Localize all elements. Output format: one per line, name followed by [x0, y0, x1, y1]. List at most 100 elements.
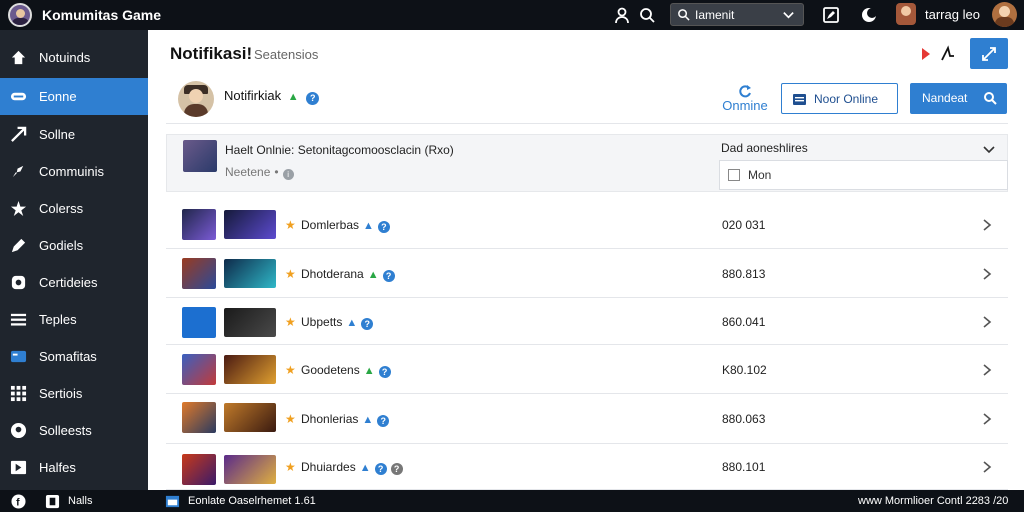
search-icon [678, 9, 690, 21]
featured-title: Haelt Onlnie: Setonitagcomoosclacin (Rxo… [225, 143, 454, 157]
sidebar-item-certideies[interactable]: Certideies [0, 264, 148, 301]
nandeat-button[interactable]: Nandeat [910, 83, 1007, 114]
chevron-right-icon[interactable] [981, 315, 993, 329]
edit-icon[interactable] [822, 6, 840, 24]
noor-online-button[interactable]: Noor Online [781, 83, 898, 114]
game-banner [224, 210, 276, 239]
app-icon[interactable] [45, 494, 60, 509]
game-banner [224, 355, 276, 384]
table-row[interactable]: ★ Dhuiardes ▲?? 880.101 [166, 444, 1008, 490]
sidebar-item-label: Certideies [39, 275, 98, 290]
game-thumbnail [183, 140, 217, 172]
collapse-icon [982, 47, 996, 61]
profile-card: Notifirkiak ▲ ? Onmine Noor Online Nande… [166, 72, 1008, 124]
info-icon[interactable]: ? [374, 463, 387, 475]
row-name: Dhotderana ▲? [301, 267, 395, 282]
home-icon [11, 50, 26, 65]
sidebar-item-eonne[interactable]: Eonne [0, 78, 148, 115]
checkbox[interactable] [728, 169, 740, 181]
footer-middle-text: Eonlate Oaselrhemet 1.61 [188, 495, 316, 507]
footer-left-text[interactable]: Nalls [68, 495, 92, 507]
sidebar-item-sollne[interactable]: Sollne [0, 116, 148, 153]
level-up-icon: ▲ [346, 317, 358, 329]
chevron-right-icon[interactable] [981, 363, 993, 377]
level-up-icon: ▲ [359, 462, 371, 474]
avatar[interactable] [178, 81, 214, 117]
collapse-button[interactable] [970, 38, 1008, 69]
star-icon: ★ [285, 267, 296, 281]
sidebar-item-halfes[interactable]: Halfes [0, 449, 148, 486]
chevron-right-icon[interactable] [981, 267, 993, 281]
table-row[interactable]: ★ Ubpetts ▲? 860.041 [166, 298, 1008, 345]
screen-icon [10, 350, 27, 363]
chevron-right-icon[interactable] [981, 218, 993, 232]
sidebar-item-commuinis[interactable]: Commuinis [0, 153, 148, 190]
refresh-icon [739, 85, 751, 98]
search-input[interactable]: Iamenit [670, 3, 804, 26]
row-value: 020 031 [722, 218, 766, 232]
search-value: Iamenit [695, 8, 735, 22]
user-name[interactable]: tarrag leo [925, 7, 980, 22]
avatar[interactable] [992, 2, 1017, 27]
window-icon[interactable] [165, 494, 180, 509]
chevron-right-icon[interactable] [981, 412, 993, 426]
info-icon[interactable]: ? [377, 221, 390, 233]
sidebar-item-teples[interactable]: Teples [0, 301, 148, 338]
game-banner [224, 259, 276, 288]
help-icon[interactable]: ? [390, 463, 403, 475]
sidebar-item-somafitas[interactable]: Somafitas [0, 338, 148, 375]
footer-right-text: www Mormlioer Contl 2283 /20 [858, 495, 1009, 507]
user-thumbnail[interactable] [896, 3, 916, 25]
level-up-icon: ▲ [362, 414, 374, 426]
moon-icon[interactable] [860, 6, 878, 24]
sidebar-item-colerss[interactable]: Colerss [0, 190, 148, 227]
level-up-icon: ▲ [287, 91, 299, 103]
dropdown-select[interactable]: Mon [719, 160, 1008, 190]
tag-icon [12, 165, 24, 178]
chevron-down-icon[interactable] [982, 143, 996, 157]
shield-icon [11, 275, 26, 290]
sidebar-item-godiels[interactable]: Godiels [0, 227, 148, 264]
info-icon[interactable]: ? [378, 366, 391, 378]
sidebar-item-label: Sertiois [39, 386, 83, 401]
video-icon [10, 460, 27, 475]
search-icon[interactable] [638, 6, 656, 24]
star-icon: ★ [285, 218, 296, 232]
game-thumbnail [182, 209, 216, 240]
featured-meta: Neetene • i [225, 165, 294, 180]
sidebar-item-notuinds[interactable]: Notuinds [0, 39, 148, 76]
game-thumbnail [182, 354, 216, 385]
info-icon[interactable]: ? [306, 92, 320, 105]
sidebar-item-solleests[interactable]: Solleests [0, 412, 148, 449]
page-subtitle: Seatensios [254, 47, 319, 62]
grid-icon [10, 385, 27, 402]
person-icon[interactable] [613, 6, 631, 24]
info-icon[interactable]: ? [382, 270, 395, 282]
sidebar-item-label: Commuinis [39, 164, 105, 179]
table-row[interactable]: ★ Domlerbas ▲? 020 031 [166, 200, 1008, 249]
row-value: 880.101 [722, 460, 766, 474]
sidebar-item-sertiois[interactable]: Sertiois [0, 375, 148, 412]
table-row[interactable]: ★ Goodetens ▲? K80.102 [166, 345, 1008, 394]
table-row[interactable]: ★ Dhotderana ▲? 880.813 [166, 249, 1008, 298]
sidebar-item-label: Eonne [39, 89, 77, 104]
featured-item[interactable]: Haelt Onlnie: Setonitagcomoosclacin (Rxo… [166, 134, 1008, 192]
button-label: Nandeat [922, 91, 968, 105]
online-status[interactable]: Onmine [721, 84, 769, 113]
level-up-icon: ▲ [363, 365, 375, 377]
search-icon [984, 92, 997, 105]
star-icon: ★ [285, 460, 296, 474]
edit-icon [11, 238, 26, 253]
row-value: 860.041 [722, 315, 766, 329]
sidebar-item-label: Godiels [39, 238, 84, 253]
row-value: 880.063 [722, 412, 766, 426]
chevron-down-icon[interactable] [782, 8, 795, 21]
info-icon[interactable]: ? [361, 318, 374, 330]
info-icon[interactable]: ? [377, 415, 390, 427]
top-bar: Komumitas Game Iamenit tarrag leo [0, 0, 1024, 30]
pin-icon[interactable] [920, 45, 958, 63]
chevron-right-icon[interactable] [981, 460, 993, 474]
app-logo[interactable] [8, 3, 32, 27]
facebook-icon[interactable]: f [11, 494, 26, 509]
table-row[interactable]: ★ Dhonlerias ▲? 880.063 [166, 394, 1008, 444]
